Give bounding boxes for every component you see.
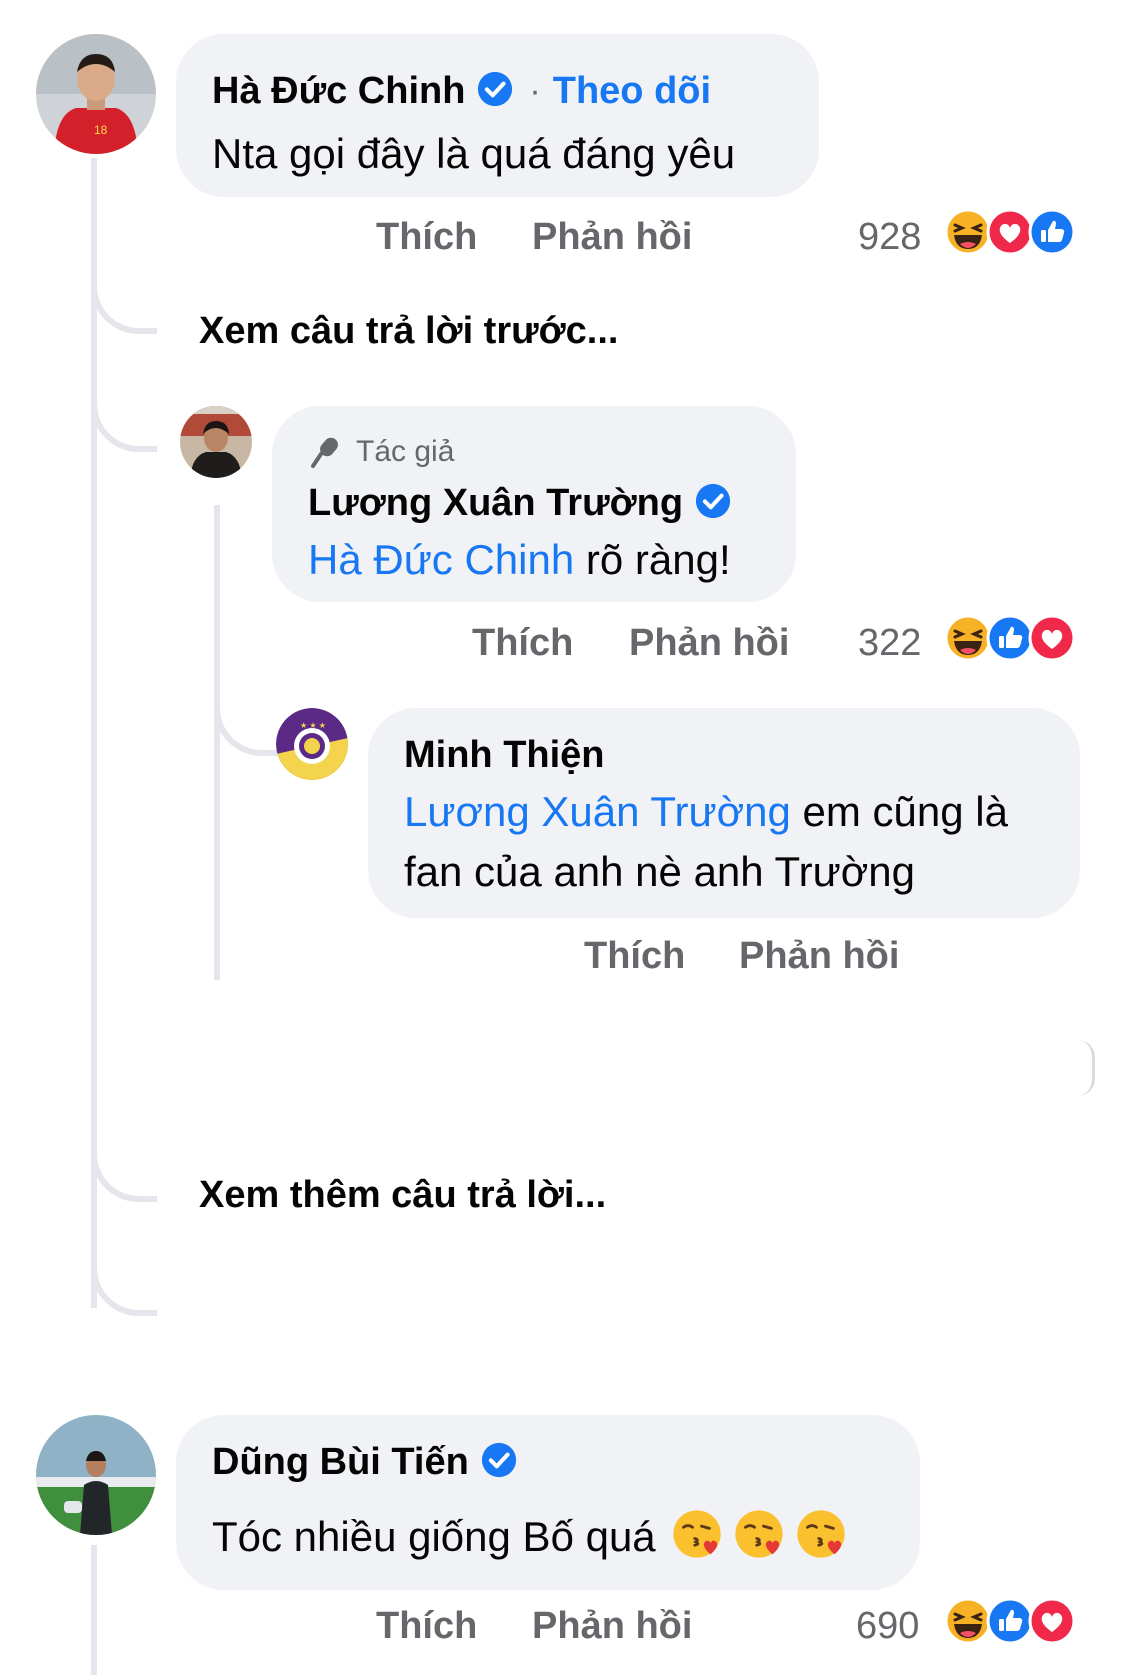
thread-connector-c3	[214, 680, 280, 756]
thread-connector-end	[91, 1200, 157, 1316]
verified-badge-icon	[695, 483, 731, 524]
reaction-icons[interactable]	[944, 208, 1076, 256]
thread-connector-previous	[91, 258, 157, 334]
comment-author[interactable]: Dũng Bùi Tiến	[212, 1441, 469, 1484]
avatar[interactable]: ★ ★ ★	[276, 708, 348, 780]
reaction-icons[interactable]	[944, 614, 1076, 662]
view-previous-replies-link[interactable]: Xem câu trả lời trước...	[199, 310, 618, 353]
author-badge-icon	[308, 434, 344, 470]
reply-button[interactable]: Phản hồi	[532, 1605, 692, 1648]
author-badge-label: Tác giả	[356, 435, 455, 468]
comment-text-body: rõ ràng!	[574, 536, 731, 583]
like-button[interactable]: Thích	[584, 935, 685, 978]
reaction-count[interactable]: 690	[856, 1605, 919, 1648]
svg-text:18: 18	[94, 123, 108, 137]
avatar[interactable]	[36, 1415, 156, 1535]
comment-author[interactable]: Minh Thiện	[404, 734, 605, 777]
thread-connector-c2	[91, 330, 157, 452]
haha-icon	[944, 208, 992, 256]
like-button[interactable]: Thích	[376, 216, 477, 259]
like-button[interactable]: Thích	[472, 622, 573, 665]
thread-line-c2	[214, 505, 220, 980]
love-icon	[986, 208, 1034, 256]
scroll-indicator[interactable]	[1078, 1040, 1095, 1096]
comment-text-line2: fan của anh nè anh Trường	[404, 848, 916, 895]
comment-bubble: Hà Đức Chinh · Theo dõi Nta gọi đây là q…	[176, 34, 819, 197]
haha-icon	[944, 614, 992, 662]
comment-author[interactable]: Hà Đức Chinh	[212, 70, 465, 113]
mention-link[interactable]: Lương Xuân Trường	[404, 788, 791, 835]
follow-separator: ·	[529, 72, 541, 110]
follow-link[interactable]: Theo dõi	[553, 70, 711, 113]
comment-author[interactable]: Lương Xuân Trường	[308, 482, 683, 525]
comment-bubble: Dũng Bùi Tiến Tóc nhiều giống Bố quá	[176, 1415, 920, 1590]
reaction-count[interactable]: 322	[858, 622, 921, 665]
comment-bubble: Tác giả Lương Xuân Trường Hà Đức Chinh r…	[272, 406, 796, 602]
comment-bubble: Minh Thiện Lương Xuân Trường em cũng là …	[368, 708, 1080, 918]
reaction-count[interactable]: 928	[858, 216, 921, 259]
view-more-replies-link[interactable]: Xem thêm câu trả lời...	[199, 1174, 606, 1217]
like-icon	[1028, 208, 1076, 256]
love-icon	[1028, 614, 1076, 662]
avatar[interactable]: 18	[36, 34, 156, 154]
verified-badge-icon	[477, 71, 513, 112]
thread-connector-more	[91, 1100, 157, 1202]
like-button[interactable]: Thích	[376, 1605, 477, 1648]
comment-text: Hà Đức Chinh rõ ràng!	[308, 536, 731, 584]
comment-text: Nta gọi đây là quá đáng yêu	[212, 130, 736, 177]
avatar[interactable]	[180, 406, 252, 478]
reply-button[interactable]: Phản hồi	[532, 216, 692, 259]
like-icon	[986, 614, 1034, 662]
comment-text: Lương Xuân Trường em cũng là	[404, 788, 1008, 836]
kissing-heart-icon	[670, 1507, 724, 1566]
like-icon	[986, 1597, 1034, 1645]
comment-text: Tóc nhiều giống Bố quá	[212, 1512, 656, 1560]
svg-text:★ ★ ★: ★ ★ ★	[300, 721, 326, 730]
comment-text-body: em cũng là	[790, 788, 1008, 835]
verified-badge-icon	[481, 1442, 517, 1483]
reply-button[interactable]: Phản hồi	[629, 622, 789, 665]
kissing-heart-icon	[732, 1507, 786, 1566]
haha-icon	[944, 1597, 992, 1645]
reply-button[interactable]: Phản hồi	[739, 935, 899, 978]
love-icon	[1028, 1597, 1076, 1645]
kissing-heart-icon	[794, 1507, 848, 1566]
thread-line-c4	[91, 1545, 97, 1675]
reaction-icons[interactable]	[944, 1597, 1076, 1645]
mention-link[interactable]: Hà Đức Chinh	[308, 536, 574, 583]
